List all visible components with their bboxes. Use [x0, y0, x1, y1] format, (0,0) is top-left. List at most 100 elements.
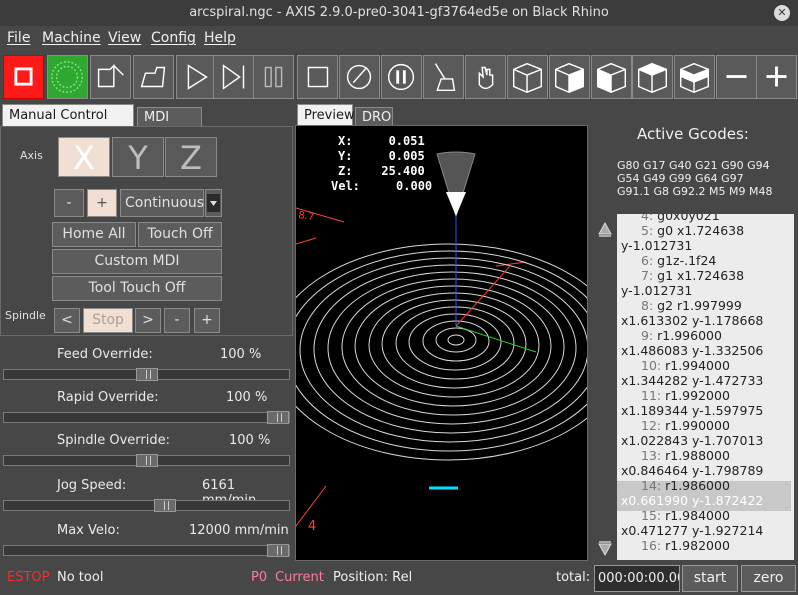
axis-x-button[interactable]: X: [58, 137, 110, 177]
menu-help[interactable]: Help: [204, 30, 236, 46]
axis-label: Axis: [20, 149, 43, 162]
max-velocity-slider[interactable]: [3, 544, 290, 557]
tab-manual-control[interactable]: Manual Control [F3]: [2, 104, 134, 145]
program-listing[interactable]: 4: g0x0y021 5: g0 x1.724638 y-1.012731 6: g…: [617, 214, 794, 560]
tab-dro[interactable]: DRO: [355, 107, 393, 126]
open-file-button[interactable]: [90, 55, 131, 99]
dro-y: Y: 0.005: [338, 149, 425, 163]
view-perspective-icon: [512, 62, 543, 93]
estop-button[interactable]: [3, 55, 44, 99]
position-status: Position: Rel: [333, 570, 413, 585]
max-velocity-value: 12000 mm/min: [189, 523, 289, 538]
clear-plot-button[interactable]: [423, 55, 464, 99]
pause-icon: [264, 66, 283, 88]
run-icon: [187, 64, 208, 90]
tab-mdi[interactable]: MDI [F5]: [137, 107, 202, 144]
toolpath-preview[interactable]: 8.7 4 X: 0.051 Y: 0.005 Z: 25.400 Vel: 0…: [295, 125, 588, 561]
zoom-out-button[interactable]: [716, 55, 757, 99]
axis-y-button[interactable]: Y: [112, 137, 164, 177]
jog-minus-button[interactable]: -: [54, 189, 84, 217]
step-button[interactable]: [213, 55, 254, 99]
scroll-up-icon[interactable]: [597, 220, 613, 238]
code-line: x1.189344 y-1.597975: [621, 403, 763, 418]
line-text: x0.846464 y-1.798789: [621, 463, 764, 478]
touch-off-button[interactable]: [339, 55, 380, 99]
feed-override-value: 100 %: [220, 347, 262, 362]
spindle-faster-button[interactable]: +: [194, 308, 220, 333]
touch-off-button-manual[interactable]: Touch Off: [138, 222, 222, 247]
pause-button[interactable]: [253, 55, 294, 99]
menu-config[interactable]: Config: [151, 30, 196, 46]
code-line: 10: r1.994000: [641, 358, 730, 373]
view-p-button[interactable]: [674, 55, 715, 99]
view-x-button[interactable]: [549, 55, 590, 99]
chevron-down-icon: [207, 194, 220, 212]
view-z-button[interactable]: [632, 55, 673, 99]
zoom-in-button[interactable]: [756, 55, 797, 99]
jog-mode-select[interactable]: Continuous: [120, 189, 204, 217]
code-line: y-1.012731: [621, 283, 692, 298]
stop-button[interactable]: [297, 55, 338, 99]
jog-button[interactable]: [465, 55, 506, 99]
spindle-override-slider[interactable]: [3, 454, 290, 467]
menu-view[interactable]: View: [108, 30, 141, 46]
feed-override-label: Feed Override:: [57, 347, 153, 362]
view-y-button[interactable]: [591, 55, 632, 99]
reload-button[interactable]: [133, 55, 174, 99]
machine-power-icon: [51, 61, 83, 93]
line-text: g1z-.1f24: [657, 253, 717, 268]
zoom-out-icon: [726, 75, 747, 78]
tool-touch-off-button[interactable]: Tool Touch Off: [52, 276, 222, 301]
feed-override-row: Feed Override: 100 %: [0, 347, 293, 387]
close-window-button[interactable]: ✕: [774, 5, 790, 21]
start-button[interactable]: start: [682, 565, 738, 592]
dro-z: Z: 25.400: [338, 164, 425, 178]
rapid-override-slider[interactable]: [3, 411, 290, 424]
slider-thumb[interactable]: [267, 544, 289, 557]
code-line: 14: r1.986000: [641, 478, 730, 493]
run-button[interactable]: [176, 55, 217, 99]
slider-thumb[interactable]: [267, 411, 289, 424]
jog-speed-slider[interactable]: [3, 499, 290, 512]
jog-icon: [478, 66, 494, 90]
spindle-forward-button[interactable]: >: [135, 308, 161, 333]
slider-thumb[interactable]: [136, 368, 158, 381]
line-text: r1.982000: [665, 538, 730, 553]
jog-mode-dropdown[interactable]: [205, 189, 222, 217]
tool-status: No tool: [57, 570, 104, 585]
optional-stop-button[interactable]: [381, 55, 422, 99]
line-number: 8:: [641, 298, 654, 313]
spindle-reverse-button[interactable]: <: [54, 308, 80, 333]
zero-button[interactable]: zero: [741, 565, 796, 592]
line-text: r1.992000: [665, 388, 730, 403]
axis-z-button[interactable]: Z: [165, 137, 217, 177]
slider-thumb[interactable]: [136, 454, 158, 467]
code-line: 12: r1.990000: [641, 418, 730, 433]
menu-machine[interactable]: Machine: [42, 30, 101, 46]
tab-preview[interactable]: Preview: [297, 104, 355, 126]
jog-plus-button[interactable]: +: [87, 189, 117, 217]
code-line: 7: g1 x1.724638: [641, 268, 744, 283]
offset-status: P0: [251, 570, 268, 585]
limit-text: 4: [308, 519, 316, 534]
dro-vel: Vel: 0.000: [331, 179, 433, 193]
feed-override-slider[interactable]: [3, 368, 290, 381]
custom-mdi-button[interactable]: Custom MDI: [52, 249, 222, 274]
menu-file[interactable]: File: [7, 30, 30, 46]
code-line: 6: g1z-.1f24: [641, 253, 716, 268]
spindle-slower-button[interactable]: -: [164, 308, 190, 333]
home-all-button[interactable]: Home All: [52, 222, 136, 247]
line-text: x0.471277 y-1.927214: [621, 523, 764, 538]
machine-power-button[interactable]: [47, 55, 88, 99]
rapid-override-value: 100 %: [226, 390, 268, 405]
line-number: 10:: [641, 358, 662, 373]
line-text: y-1.012731: [621, 283, 693, 298]
line-number: 9:: [641, 328, 654, 343]
view-p-icon: [679, 62, 710, 93]
scroll-down-icon[interactable]: [597, 540, 613, 558]
rapid-override-label: Rapid Override:: [57, 390, 159, 405]
slider-thumb[interactable]: [154, 499, 176, 512]
view-perspective-button[interactable]: [507, 55, 548, 99]
line-text: y-1.012731: [621, 238, 693, 253]
spindle-stop-button[interactable]: Stop: [83, 308, 133, 333]
